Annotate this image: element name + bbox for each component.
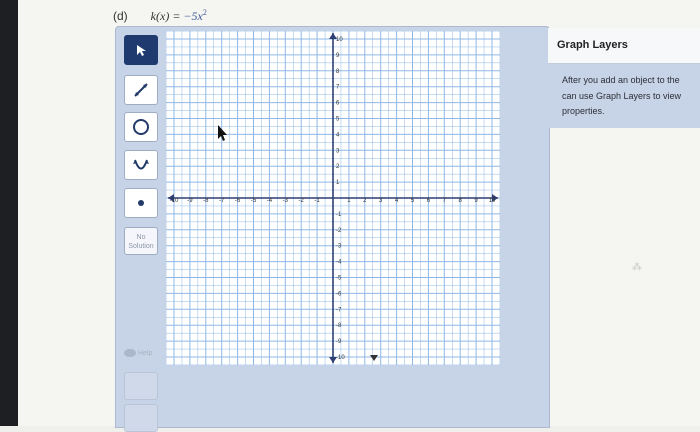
line-tool-button[interactable] — [124, 75, 158, 105]
y-tick-label: -3 — [336, 244, 342, 250]
circle-tool-button[interactable] — [124, 112, 158, 142]
problem-label: (d) — [113, 9, 128, 23]
x-tick-label: -10 — [170, 198, 179, 204]
no-solution-button[interactable]: No Solution — [124, 227, 158, 255]
graph-layers-line: After you add an object to the — [562, 75, 680, 85]
select-tool-button[interactable] — [124, 35, 158, 65]
parabola-tool-button[interactable] — [124, 150, 158, 180]
y-tick-label: -8 — [336, 323, 342, 329]
x-tick-label: -5 — [251, 198, 257, 204]
help-label: Help — [138, 349, 153, 357]
function-lhs: k(x) = — [150, 9, 181, 23]
desk-mark: ⁂ — [632, 262, 642, 273]
x-tick-label: -8 — [203, 198, 209, 204]
cursor-arrow-icon — [137, 45, 146, 56]
graph-layers-line: properties. — [562, 106, 605, 116]
function-exponent: 2 — [202, 8, 207, 17]
toolbar-blank-button[interactable] — [124, 372, 158, 400]
point-icon — [138, 200, 144, 206]
coordinate-grid[interactable]: -10 -9 -8 -7 -6 -5 -4 -3 -2 -1 1 2 3 4 5 6 7 8 9 1010987654… — [166, 31, 500, 365]
y-tick-label: -10 — [336, 355, 345, 361]
problem-statement: (d) k(x) = −5x2 — [113, 8, 207, 24]
x-tick-label: -4 — [267, 198, 273, 204]
graph-layers-title[interactable]: Graph Layers — [548, 28, 700, 64]
x-tick-label: -1 — [314, 198, 320, 204]
help-icon — [124, 349, 136, 357]
no-solution-line1: No — [136, 234, 146, 241]
x-tick-label: -2 — [299, 198, 305, 204]
y-tick-label: -4 — [336, 260, 342, 266]
x-tick-label: 10 — [489, 198, 496, 204]
y-tick-label: 10 — [336, 37, 343, 43]
y-tick-label: -7 — [336, 307, 342, 313]
y-tick-label: -2 — [336, 228, 342, 234]
function-rhs: −5x — [183, 9, 203, 23]
y-tick-label: -6 — [336, 291, 342, 297]
x-tick-label: -9 — [187, 198, 193, 204]
parabola-icon — [133, 159, 149, 170]
help-link[interactable]: Help — [124, 349, 152, 357]
line-segment-icon — [134, 83, 148, 97]
graph-layers-description: After you add an object to the can use G… — [562, 73, 700, 120]
graph-layers-line: can use Graph Layers to view — [562, 90, 682, 101]
y-tick-label: -9 — [336, 339, 342, 345]
x-tick-label: -3 — [283, 198, 289, 204]
x-tick-label: -6 — [235, 198, 241, 204]
y-tick-label: -1 — [336, 212, 342, 218]
circle-icon — [133, 119, 149, 135]
screen-bezel — [0, 0, 18, 426]
y-tick-label: -5 — [336, 276, 342, 282]
point-tool-button[interactable] — [124, 188, 158, 218]
toolbar-blank-button[interactable] — [124, 404, 158, 432]
x-tick-label: -7 — [219, 198, 225, 204]
no-solution-line2: Solution — [128, 243, 154, 250]
